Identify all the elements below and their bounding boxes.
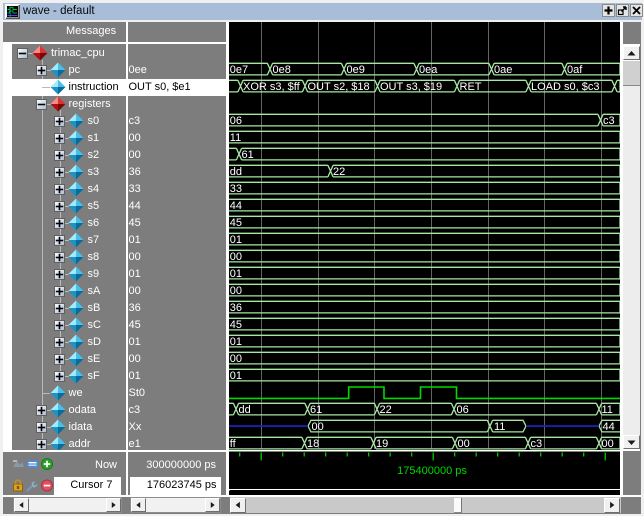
svg-text:01: 01 [230, 370, 242, 382]
svg-text:01: 01 [230, 268, 242, 280]
svg-text:11: 11 [230, 132, 241, 144]
svg-text:18: 18 [307, 438, 319, 450]
svg-text:33: 33 [230, 183, 242, 195]
svg-text:0e9: 0e9 [347, 64, 365, 76]
svg-text:0af: 0af [567, 64, 583, 76]
svg-text:61: 61 [310, 404, 322, 416]
svg-text:11: 11 [494, 421, 505, 433]
svg-text:OUT s3, $19: OUT s3, $19 [380, 81, 442, 93]
svg-text:22: 22 [380, 404, 392, 416]
svg-text:00: 00 [230, 285, 242, 297]
svg-text:0ea: 0ea [419, 64, 438, 76]
svg-text:00: 00 [230, 251, 242, 263]
svg-text:36: 36 [230, 302, 242, 314]
svg-text:06: 06 [230, 115, 242, 127]
svg-text:45: 45 [230, 319, 242, 331]
svg-text:dd: dd [230, 166, 242, 178]
svg-text:RET: RET [460, 81, 482, 93]
svg-text:ff: ff [230, 438, 237, 450]
svg-text:00: 00 [602, 438, 614, 450]
svg-text:00: 00 [312, 421, 324, 433]
svg-text:175400000 ps: 175400000 ps [397, 464, 467, 476]
svg-text:45: 45 [230, 217, 242, 229]
svg-text:0e7: 0e7 [230, 64, 248, 76]
svg-text:0ae: 0ae [494, 64, 512, 76]
svg-text:0e8: 0e8 [273, 64, 291, 76]
svg-text:06: 06 [457, 404, 469, 416]
svg-text:22: 22 [333, 166, 345, 178]
svg-text:dd: dd [239, 404, 251, 416]
svg-text:LOAD s0, $c3: LOAD s0, $c3 [531, 81, 599, 93]
svg-text:OUT s2, $18: OUT s2, $18 [308, 81, 370, 93]
svg-text:00: 00 [230, 353, 242, 365]
svg-text:11: 11 [602, 404, 613, 416]
svg-text:19: 19 [376, 438, 388, 450]
svg-text:00: 00 [458, 438, 470, 450]
svg-text:01: 01 [230, 336, 242, 348]
svg-text:c3: c3 [531, 438, 543, 450]
svg-text:c3: c3 [603, 115, 615, 127]
svg-text:44: 44 [230, 200, 242, 212]
svg-text:61: 61 [242, 149, 254, 161]
svg-text:44: 44 [603, 421, 615, 433]
svg-text:XOR s3, $ff: XOR s3, $ff [243, 81, 301, 93]
svg-text:01: 01 [230, 234, 242, 246]
